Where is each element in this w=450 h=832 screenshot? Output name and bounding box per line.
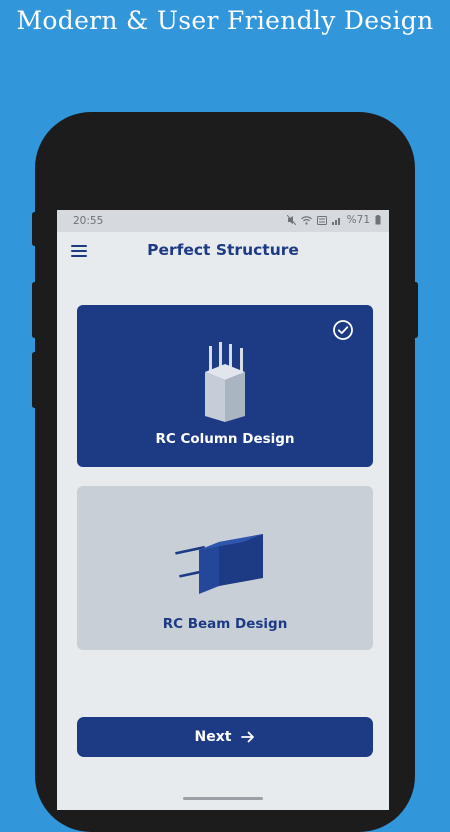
column-design-label: RC Column Design <box>155 431 295 447</box>
phone-screen: 20:55 %71 Perfect Structure RC Column De… <box>57 210 389 810</box>
signal-icon <box>331 217 340 225</box>
volte-icon <box>316 215 327 225</box>
battery-percentage: %71 <box>346 214 370 226</box>
battery-icon <box>375 215 381 225</box>
next-button-label: Next <box>194 729 232 745</box>
beam-icon <box>175 534 263 594</box>
status-time: 20:55 <box>73 215 104 227</box>
beam-design-label: RC Beam Design <box>162 616 288 632</box>
next-button[interactable]: Next <box>77 717 373 757</box>
promo-headline: Modern & User Friendly Design <box>16 6 434 35</box>
wifi-icon <box>300 215 312 225</box>
arrow-right-icon <box>241 731 255 743</box>
app-bar: Perfect Structure <box>57 232 389 270</box>
app-title: Perfect Structure <box>147 241 299 259</box>
check-circle-icon <box>333 320 353 340</box>
column-icon <box>205 342 245 422</box>
column-design-card[interactable]: RC Column Design <box>77 305 373 467</box>
mute-icon <box>286 215 296 225</box>
beam-design-card[interactable]: RC Beam Design <box>77 486 373 650</box>
status-bar: 20:55 %71 <box>57 210 389 232</box>
